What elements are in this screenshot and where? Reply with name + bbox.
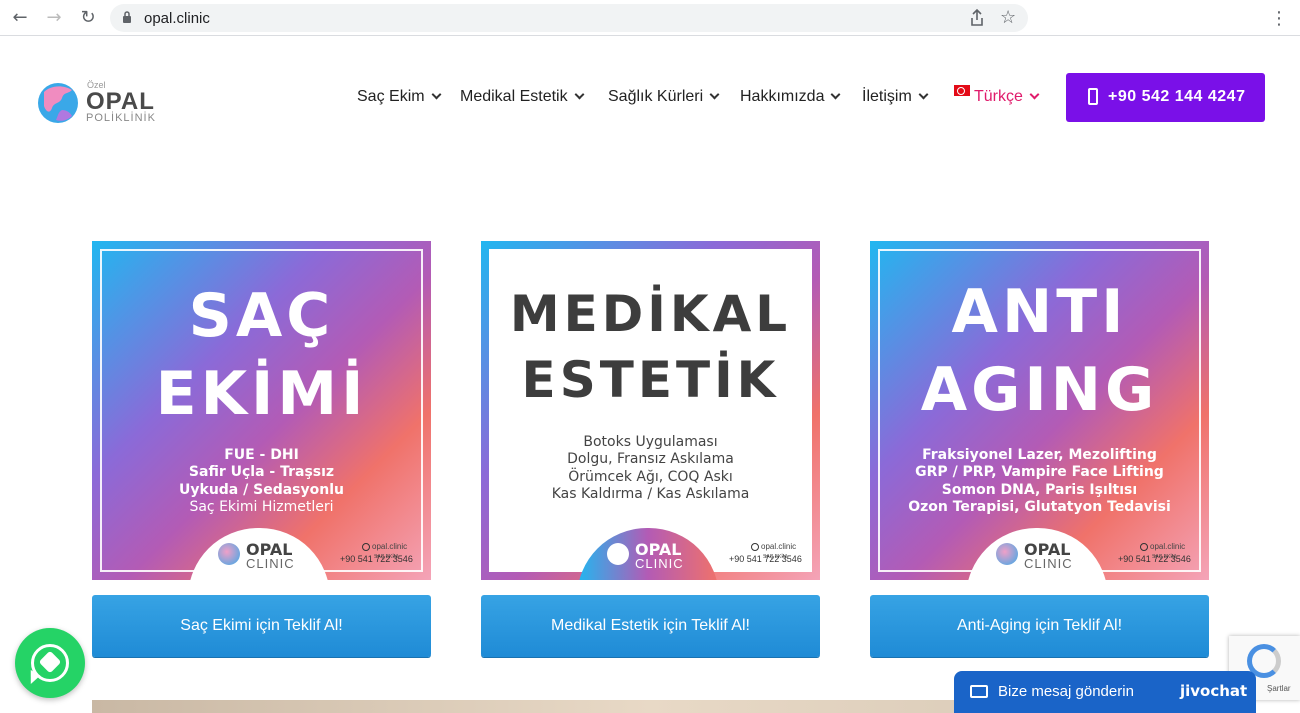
card-title-line1: SAÇ xyxy=(188,281,335,351)
globe-logo-icon xyxy=(38,83,78,123)
nav-sac-ekim[interactable]: Saç Ekim xyxy=(357,88,442,110)
chevron-down-icon xyxy=(431,89,442,100)
cta-medikal-estetik-button[interactable]: Medikal Estetik için Teklif Al! xyxy=(481,595,820,657)
badge-clinic: CLINIC xyxy=(635,556,684,571)
site-logo[interactable]: Özel OPAL POLİKLİNİK xyxy=(36,78,166,128)
nav-label: Saç Ekim xyxy=(357,88,425,105)
card-title-line1: MEDİKAL xyxy=(509,285,792,343)
cta-anti-aging-button[interactable]: Anti-Aging için Teklif Al! xyxy=(870,595,1209,657)
card-phone: +90 541 722 3546 xyxy=(1118,554,1191,564)
recaptcha-terms-link[interactable]: Şartlar xyxy=(1267,684,1291,693)
card-line: Fraksiyonel Lazer, Mezolifting xyxy=(922,447,1157,463)
forward-icon[interactable]: → xyxy=(44,8,64,28)
service-card-medikal-estetik[interactable]: MEDİKAL ESTETİK Botoks Uygulaması Dolgu,… xyxy=(481,241,820,580)
card-phone: +90 541 722 3546 xyxy=(729,554,802,564)
phone-call-button[interactable]: +90 542 144 4247 xyxy=(1066,73,1265,122)
handle-text: opal.clinic xyxy=(1150,542,1186,551)
nav-label: Hakkımızda xyxy=(740,88,825,105)
nav-label: Sağlık Kürleri xyxy=(608,88,704,105)
chat-brand: jivochat xyxy=(1180,682,1248,700)
envelope-icon xyxy=(970,685,988,698)
card-line: Dolgu, Fransız Askılama xyxy=(567,451,734,467)
card-line: Uykuda / Sedasyonlu xyxy=(179,482,344,498)
nav-hakkimizda[interactable]: Hakkımızda xyxy=(740,88,841,110)
nav-label: Medikal Estetik xyxy=(460,88,568,105)
back-icon[interactable]: ← xyxy=(10,8,30,28)
card-line: Ozon Terapisi, Glutatyon Tedavisi xyxy=(908,499,1171,515)
badge-clinic: CLINIC xyxy=(246,556,295,571)
handle-text: opal.clinic xyxy=(372,542,408,551)
chevron-down-icon xyxy=(574,89,585,100)
nav-iletisim[interactable]: İletişim xyxy=(862,88,929,110)
reload-icon[interactable]: ↻ xyxy=(78,8,98,28)
bookmark-star-icon[interactable]: ☆ xyxy=(1000,7,1016,28)
lock-icon xyxy=(123,11,131,23)
url-text[interactable]: opal.clinic xyxy=(144,10,210,27)
card-title-line2: AGING xyxy=(920,355,1159,425)
nav-label: İletişim xyxy=(862,88,912,105)
card-line: Safir Uçla - Traşsız xyxy=(188,464,335,480)
service-card-sac-ekimi[interactable]: SAÇ EKİMİ FUE - DHI Safir Uçla - Traşsız… xyxy=(92,241,431,580)
card-title-line2: ESTETİK xyxy=(521,351,780,409)
chevron-down-icon xyxy=(1029,89,1040,100)
card-line: GRP / PRP, Vampire Face Lifting xyxy=(915,464,1164,480)
globe-icon xyxy=(996,543,1018,565)
turkey-flag-icon xyxy=(954,85,970,96)
browser-menu-icon[interactable]: ⋮ xyxy=(1270,8,1288,29)
browser-toolbar: ← → ↻ opal.clinic ☆ ⋮ xyxy=(0,0,1300,36)
instagram-icon xyxy=(1140,542,1148,551)
card-line: Somon DNA, Paris Işıltısı xyxy=(941,482,1138,498)
badge-clinic: CLINIC xyxy=(1024,556,1073,571)
card-title-line2: EKİMİ xyxy=(155,359,368,429)
globe-icon xyxy=(607,543,629,565)
service-card-anti-aging[interactable]: ANTI AGING Fraksiyonel Lazer, Mezoliftin… xyxy=(870,241,1209,580)
share-icon[interactable] xyxy=(968,8,986,28)
logo-poliklinik: POLİKLİNİK xyxy=(86,112,156,124)
instagram-icon xyxy=(751,542,759,551)
globe-icon xyxy=(218,543,240,565)
chevron-down-icon xyxy=(709,89,720,100)
card-line: Kas Kaldırma / Kas Askılama xyxy=(551,486,750,502)
phone-number: +90 542 144 4247 xyxy=(1108,88,1246,105)
chevron-down-icon xyxy=(831,89,841,100)
card-line: Örümcek Ağı, COQ Askı xyxy=(568,469,733,485)
card-line: Saç Ekimi Hizmetleri xyxy=(189,499,334,515)
nav-medikal-estetik[interactable]: Medikal Estetik xyxy=(460,88,585,110)
nav-saglik-kurleri[interactable]: Sağlık Kürleri xyxy=(608,88,720,110)
live-chat-bar[interactable]: Bize mesaj gönderin jivochat xyxy=(954,671,1256,713)
mobile-phone-icon xyxy=(1088,88,1098,105)
language-selector[interactable]: Türkçe xyxy=(954,85,1040,110)
whatsapp-button[interactable] xyxy=(15,628,85,698)
card-line: Botoks Uygulaması xyxy=(583,434,718,450)
chat-message-label: Bize mesaj gönderin xyxy=(998,683,1134,700)
instagram-icon xyxy=(362,542,370,551)
handle-text: opal.clinic xyxy=(761,542,797,551)
address-bar[interactable]: opal.clinic ☆ xyxy=(110,4,1028,32)
card-phone: +90 541 722 3546 xyxy=(340,554,413,564)
card-line: FUE - DHI xyxy=(224,447,299,463)
cta-sac-ekimi-button[interactable]: Saç Ekimi için Teklif Al! xyxy=(92,595,431,657)
language-label: Türkçe xyxy=(974,88,1023,105)
chevron-down-icon xyxy=(918,89,929,100)
card-title-line1: ANTI xyxy=(951,277,1128,347)
